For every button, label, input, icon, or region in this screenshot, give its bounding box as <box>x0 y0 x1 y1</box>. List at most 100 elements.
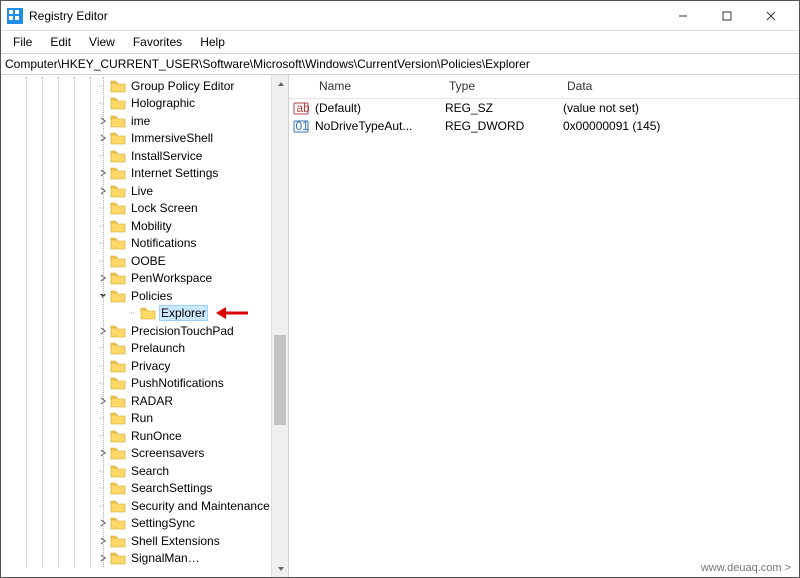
minimize-button[interactable] <box>661 2 705 30</box>
tree-node-installservice[interactable]: InstallService <box>1 147 288 165</box>
reg-string-icon: ab <box>293 100 309 116</box>
svg-text:ab: ab <box>297 101 310 115</box>
column-header-type[interactable]: Type <box>441 75 559 98</box>
folder-icon <box>110 184 126 198</box>
folder-icon <box>110 254 126 268</box>
tree-node-ime[interactable]: ime <box>1 112 288 130</box>
tree-node-immersiveshell[interactable]: ImmersiveShell <box>1 130 288 148</box>
column-header-data[interactable]: Data <box>559 75 779 98</box>
tree-node-label: Screensavers <box>129 446 206 460</box>
tree-node-label: ImmersiveShell <box>129 131 215 145</box>
tree-node-holographic[interactable]: Holographic <box>1 95 288 113</box>
folder-icon <box>110 114 126 128</box>
list-body: ab(Default)REG_SZ(value not set)011NoDri… <box>289 99 799 135</box>
tree-node-explorer[interactable]: Explorer <box>1 305 288 323</box>
tree-node-label: Run <box>129 411 155 425</box>
tree-node-label: PrecisionTouchPad <box>129 324 236 338</box>
folder-icon <box>110 271 126 285</box>
cell-type: REG_DWORD <box>439 119 557 133</box>
tree-node-searchsettings[interactable]: SearchSettings <box>1 480 288 498</box>
folder-icon <box>110 96 126 110</box>
tree-node-run[interactable]: Run <box>1 410 288 428</box>
menu-favorites[interactable]: Favorites <box>125 33 190 51</box>
cell-data: (value not set) <box>557 101 777 115</box>
folder-icon <box>110 324 126 338</box>
tree-node-internet-settings[interactable]: Internet Settings <box>1 165 288 183</box>
tree-node-label: Mobility <box>129 219 174 233</box>
folder-icon <box>110 289 126 303</box>
tree-node-label: PushNotifications <box>129 376 226 390</box>
tree-node-prelaunch[interactable]: Prelaunch <box>1 340 288 358</box>
tree-node-radar[interactable]: RADAR <box>1 392 288 410</box>
folder-icon <box>110 464 126 478</box>
tree-scrollbar[interactable] <box>271 75 288 577</box>
folder-icon <box>110 516 126 530</box>
regedit-icon <box>7 8 23 24</box>
menu-edit[interactable]: Edit <box>42 33 79 51</box>
tree-node-label: OOBE <box>129 254 168 268</box>
folder-icon <box>110 481 126 495</box>
scroll-thumb[interactable] <box>274 335 286 425</box>
tree-node-signalmanager[interactable]: SignalMan… <box>1 550 288 568</box>
tree-node-label: Policies <box>129 289 174 303</box>
tree-node-pushnotifications[interactable]: PushNotifications <box>1 375 288 393</box>
folder-icon <box>110 236 126 250</box>
menu-view[interactable]: View <box>81 33 123 51</box>
menu-bar: FileEditViewFavoritesHelp <box>1 31 799 53</box>
address-bar[interactable]: Computer\HKEY_CURRENT_USER\Software\Micr… <box>1 53 799 75</box>
menu-file[interactable]: File <box>5 33 40 51</box>
tree-node-search[interactable]: Search <box>1 462 288 480</box>
tree-node-security-and-maintenance[interactable]: Security and Maintenance <box>1 497 288 515</box>
cell-data: 0x00000091 (145) <box>557 119 777 133</box>
folder-icon <box>110 166 126 180</box>
tree-node-label: SignalMan… <box>129 551 202 565</box>
tree-node-label: RADAR <box>129 394 175 408</box>
cell-type: REG_SZ <box>439 101 557 115</box>
reg-binary-icon: 011 <box>293 118 309 134</box>
maximize-button[interactable] <box>705 2 749 30</box>
folder-icon <box>110 429 126 443</box>
address-text: Computer\HKEY_CURRENT_USER\Software\Micr… <box>5 57 530 71</box>
tree-node-label: Privacy <box>129 359 172 373</box>
tree-node-label: Lock Screen <box>129 201 200 215</box>
tree-node-notifications[interactable]: Notifications <box>1 235 288 253</box>
tree-node-oobe[interactable]: OOBE <box>1 252 288 270</box>
tree-node-precisiontouchpad[interactable]: PrecisionTouchPad <box>1 322 288 340</box>
tree-node-label: Notifications <box>129 236 198 250</box>
folder-icon <box>110 219 126 233</box>
registry-values-pane[interactable]: NameTypeData ab(Default)REG_SZ(value not… <box>289 75 799 577</box>
tree-node-privacy[interactable]: Privacy <box>1 357 288 375</box>
close-button[interactable] <box>749 2 793 30</box>
registry-editor-window: Registry Editor FileEditViewFavoritesHel… <box>0 0 800 578</box>
column-header-name[interactable]: Name <box>311 75 441 98</box>
tree-node-label: ime <box>129 114 152 128</box>
tree-node-runonce[interactable]: RunOnce <box>1 427 288 445</box>
tree-node-screensavers[interactable]: Screensavers <box>1 445 288 463</box>
svg-text:011: 011 <box>296 119 310 133</box>
scroll-down-button[interactable] <box>272 560 289 577</box>
scroll-up-button[interactable] <box>272 75 289 92</box>
red-arrow-annotation <box>208 305 250 321</box>
registry-tree-pane[interactable]: Group Policy Editor Holographic ime Immersi… <box>1 75 289 577</box>
tree-node-label: SearchSettings <box>129 481 214 495</box>
tree-node-shell-extensions[interactable]: Shell Extensions <box>1 532 288 550</box>
tree-node-label: Internet Settings <box>129 166 220 180</box>
tree-node-settingsync[interactable]: SettingSync <box>1 515 288 533</box>
tree-node-live[interactable]: Live <box>1 182 288 200</box>
folder-icon <box>110 411 126 425</box>
tree-node-penworkspace[interactable]: PenWorkspace <box>1 270 288 288</box>
tree-node-label: Holographic <box>129 96 197 110</box>
value-row[interactable]: ab(Default)REG_SZ(value not set) <box>289 99 799 117</box>
tree-node-policies[interactable]: Policies <box>1 287 288 305</box>
tree-node-mobility[interactable]: Mobility <box>1 217 288 235</box>
tree-node-lock-screen[interactable]: Lock Screen <box>1 200 288 218</box>
folder-icon <box>110 341 126 355</box>
tree-node-group-policy-editor[interactable]: Group Policy Editor <box>1 77 288 95</box>
menu-help[interactable]: Help <box>192 33 233 51</box>
folder-icon <box>110 534 126 548</box>
title-bar[interactable]: Registry Editor <box>1 1 799 31</box>
tree-node-label: Prelaunch <box>129 341 187 355</box>
tree-node-label: Search <box>129 464 171 478</box>
tree-node-label: Group Policy Editor <box>129 79 236 93</box>
value-row[interactable]: 011NoDriveTypeAut...REG_DWORD0x00000091 … <box>289 117 799 135</box>
